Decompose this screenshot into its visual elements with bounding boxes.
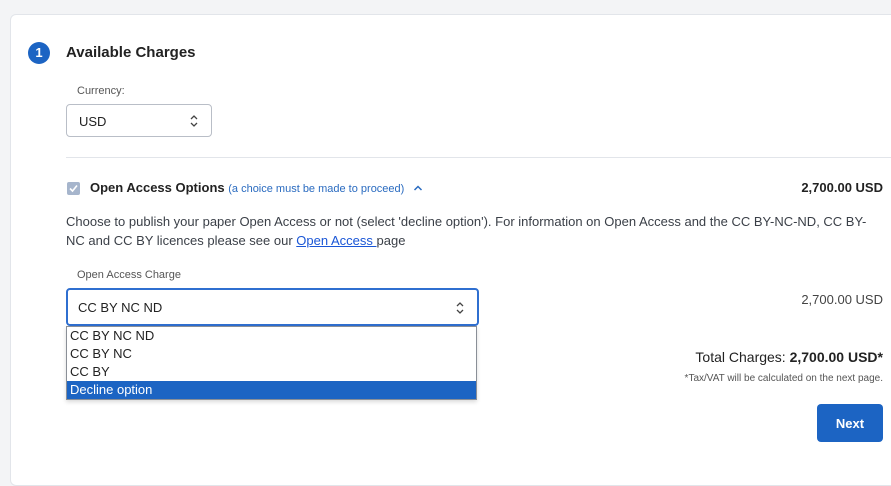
updown-chevron-icon xyxy=(456,302,464,314)
section-title: Available Charges xyxy=(66,44,196,61)
section-divider xyxy=(66,157,891,158)
open-access-charge-select[interactable]: CC BY NC ND xyxy=(66,288,479,326)
open-access-charge-dropdown: CC BY NC ND CC BY NC CC BY Decline optio… xyxy=(66,326,477,400)
available-charges-card xyxy=(10,14,891,486)
dropdown-option-cc-by[interactable]: CC BY xyxy=(67,363,476,381)
dropdown-option-decline[interactable]: Decline option xyxy=(67,381,476,399)
open-access-charge-label: Open Access Charge xyxy=(77,269,181,281)
description-text: Choose to publish your paper Open Access… xyxy=(66,214,867,248)
open-access-options-header[interactable]: Open Access Options (a choice must be ma… xyxy=(90,180,423,195)
dropdown-option-cc-by-nc-nd[interactable]: CC BY NC ND xyxy=(67,327,476,345)
open-access-amount: 2,700.00 USD xyxy=(801,180,883,195)
tax-note: *Tax/VAT will be calculated on the next … xyxy=(684,373,883,384)
total-charges: Total Charges: 2,700.00 USD* xyxy=(695,349,883,365)
open-access-link[interactable]: Open Access xyxy=(296,233,376,248)
total-charges-label: Total Charges: xyxy=(695,349,786,365)
description-end: page xyxy=(376,233,406,248)
open-access-charge-value: CC BY NC ND xyxy=(78,300,163,315)
currency-value: USD xyxy=(79,114,107,129)
dropdown-option-cc-by-nc[interactable]: CC BY NC xyxy=(67,345,476,363)
updown-chevron-icon xyxy=(190,115,198,127)
open-access-charge-amount: 2,700.00 USD xyxy=(801,292,883,307)
currency-select[interactable]: USD xyxy=(66,104,212,137)
step-number-badge: 1 xyxy=(28,42,50,64)
checkmark-icon xyxy=(69,184,78,193)
currency-label: Currency: xyxy=(77,85,125,97)
chevron-up-icon[interactable] xyxy=(413,184,423,192)
open-access-hint: (a choice must be made to proceed) xyxy=(228,183,405,195)
open-access-checkbox[interactable] xyxy=(67,182,80,195)
next-button[interactable]: Next xyxy=(817,404,883,442)
open-access-title: Open Access Options xyxy=(90,180,225,195)
open-access-description: Choose to publish your paper Open Access… xyxy=(66,212,878,250)
total-charges-value: 2,700.00 USD* xyxy=(789,349,883,365)
